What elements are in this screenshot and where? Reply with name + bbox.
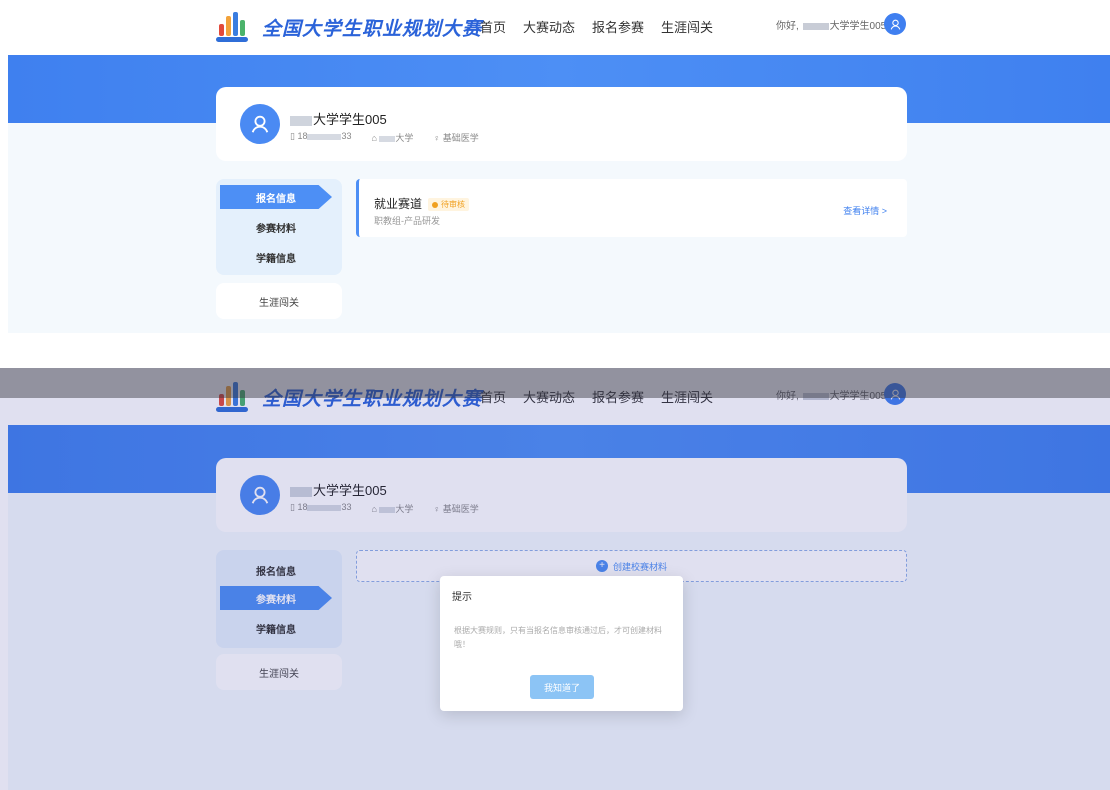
greeting-text: 你好, xyxy=(776,21,799,32)
header-overlay xyxy=(0,368,1110,398)
menu-item-materials[interactable]: 参赛材料 xyxy=(220,215,332,239)
logo-icon[interactable] xyxy=(216,10,250,44)
view-detail-link[interactable]: 查看详情 > xyxy=(843,204,887,217)
menu-item-signup-info[interactable]: 报名信息 xyxy=(220,185,332,209)
status-badge: 待审核 xyxy=(428,198,470,212)
user-greeting[interactable]: 你好, 大学学生005 xyxy=(776,17,886,32)
nav-career[interactable]: 生涯闯关 xyxy=(661,17,713,36)
entry-subtitle: 职教组-产品研发 xyxy=(374,216,440,226)
dialog-title: 提示 xyxy=(452,592,472,603)
profile-name: 大学学生005 xyxy=(290,109,387,128)
major-icon: ♀ xyxy=(433,133,443,143)
dialog-message: 根据大赛规则，只有当报名信息审核通过后，才可创建材料哦！ xyxy=(454,626,662,649)
menu-item-student-status[interactable]: 学籍信息 xyxy=(220,245,332,269)
user-avatar-icon[interactable] xyxy=(884,13,906,35)
nav-signup[interactable]: 报名参赛 xyxy=(592,17,644,36)
site-title[interactable]: 全国大学生职业规划大赛 xyxy=(262,14,482,41)
menu-item-career[interactable]: 生涯闯关 xyxy=(216,283,342,319)
nav-home[interactable]: 首页 xyxy=(480,17,506,36)
side-menu: 报名信息 参赛材料 学籍信息 xyxy=(216,179,342,275)
redacted-block xyxy=(802,22,829,30)
user-name: 大学学生005 xyxy=(829,21,887,32)
profile-school: ⌂ 大学 xyxy=(371,133,414,143)
entry-title: 就业赛道 待审核 xyxy=(374,195,470,212)
profile-phone: ▯ 18 33 xyxy=(290,131,352,141)
school-icon: ⌂ xyxy=(371,133,380,143)
screen-bottom: 全国大学生职业规划大赛 首页 大赛动态 报名参赛 生涯闯关 你好, 大学学生00… xyxy=(0,368,1110,790)
screen-top: 全国大学生职业规划大赛 首页 大赛动态 报名参赛 生涯闯关 你好, 大学学生00… xyxy=(0,0,1110,340)
nav-news[interactable]: 大赛动态 xyxy=(523,17,575,36)
profile-meta: ▯ 18 33 ⌂ 大学 ♀ 基础医学 xyxy=(290,131,479,144)
main-nav: 首页 大赛动态 报名参赛 生涯闯关 xyxy=(480,17,730,36)
profile-major: ♀ 基础医学 xyxy=(433,133,479,143)
signup-entry-card: 就业赛道 待审核 职教组-产品研发 查看详情 > xyxy=(356,179,907,237)
tip-dialog: 提示 根据大赛规则，只有当报名信息审核通过后，才可创建材料哦！ 我知道了 xyxy=(440,576,683,711)
profile-avatar-icon xyxy=(240,104,280,144)
profile-card: 大学学生005 ▯ 18 33 ⌂ 大学 ♀ 基础医学 xyxy=(216,87,907,161)
dialog-confirm-button[interactable]: 我知道了 xyxy=(530,675,594,699)
header: 全国大学生职业规划大赛 首页 大赛动态 报名参赛 生涯闯关 你好, 大学学生00… xyxy=(0,0,1110,54)
